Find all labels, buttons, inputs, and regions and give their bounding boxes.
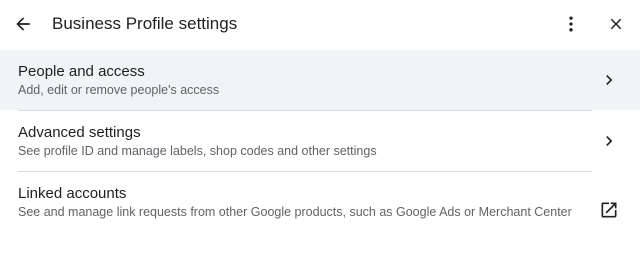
list-item-advanced-settings[interactable]: Advanced settings See profile ID and man… — [0, 111, 640, 171]
list-item-linked-accounts[interactable]: Linked accounts See and manage link requ… — [0, 172, 640, 244]
chevron-right-icon — [597, 129, 621, 153]
list-item-subtitle: Add, edit or remove people's access — [18, 83, 220, 97]
close-button[interactable] — [604, 12, 628, 36]
chevron-right-icon — [597, 68, 621, 92]
dialog-header: Business Profile settings — [0, 0, 640, 48]
back-button[interactable] — [11, 12, 35, 36]
settings-list: People and access Add, edit or remove pe… — [0, 50, 640, 244]
page-title: Business Profile settings — [52, 14, 238, 33]
more-vert-icon — [569, 16, 573, 32]
more-options-button[interactable] — [559, 12, 583, 36]
list-item-title: Advanced settings — [18, 124, 141, 141]
open-in-new-icon — [597, 198, 621, 222]
list-item-title: People and access — [18, 63, 145, 80]
list-item-people-and-access[interactable]: People and access Add, edit or remove pe… — [0, 50, 640, 110]
list-item-subtitle: See profile ID and manage labels, shop c… — [18, 144, 377, 158]
list-item-subtitle: See and manage link requests from other … — [18, 205, 572, 219]
close-icon — [610, 18, 622, 30]
arrow-back-icon — [16, 17, 30, 31]
list-item-title: Linked accounts — [18, 185, 127, 202]
